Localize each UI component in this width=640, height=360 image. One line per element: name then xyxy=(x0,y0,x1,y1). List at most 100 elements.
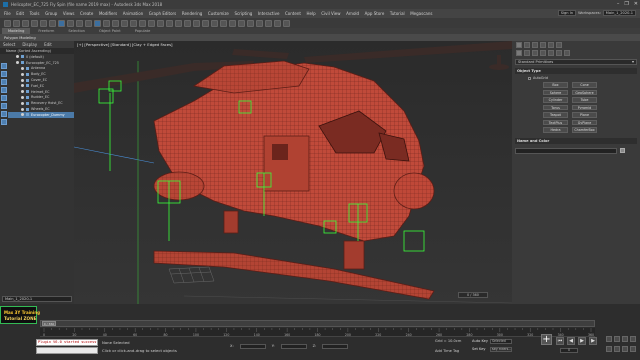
create-sphere-button[interactable]: Sphere xyxy=(543,89,568,95)
display-cameras-icon[interactable] xyxy=(1,87,7,93)
menu-interactive[interactable]: Interactive xyxy=(258,11,280,16)
pan-icon[interactable] xyxy=(614,346,620,352)
zoom-extents-icon[interactable] xyxy=(622,336,628,342)
create-box-button[interactable]: Box xyxy=(543,82,568,88)
visibility-eye-icon[interactable] xyxy=(21,78,24,82)
menu-customize[interactable]: Customize xyxy=(208,11,229,16)
select-by-name-icon[interactable] xyxy=(67,19,74,27)
create-teapot-button[interactable]: Teapot xyxy=(543,112,568,118)
viewport-label[interactable]: [+] [Perspective] [Standard] [Clay + Edg… xyxy=(77,42,173,47)
snaps-percent-icon[interactable] xyxy=(175,19,182,27)
select-rotate-icon[interactable] xyxy=(103,19,110,27)
create-plane-button[interactable]: Plane xyxy=(572,112,597,118)
zoom-all-icon[interactable] xyxy=(614,336,620,342)
object-name-input[interactable] xyxy=(515,147,617,154)
timeline-ruler[interactable]: 0 20 40 60 80 100 120 140 160 180 200 220 240 260 280 3… xyxy=(40,328,595,337)
render-setup-icon[interactable] xyxy=(265,19,272,27)
selection-filter-icon[interactable] xyxy=(49,19,56,27)
layer-dropdown[interactable]: Main_1_2020-1 xyxy=(2,296,72,302)
menu-group[interactable]: Group xyxy=(45,11,57,16)
maxscript-input[interactable] xyxy=(36,347,98,354)
zoom-extents-all-icon[interactable] xyxy=(630,336,636,342)
display-groups-icon[interactable] xyxy=(1,111,7,117)
align-icon[interactable] xyxy=(211,19,218,27)
next-frame-icon[interactable]: ▶ xyxy=(589,337,597,345)
visibility-eye-icon[interactable] xyxy=(21,95,24,99)
visibility-eye-icon[interactable] xyxy=(21,101,24,105)
visibility-eye-icon[interactable] xyxy=(16,55,19,59)
visibility-eye-icon[interactable] xyxy=(21,72,24,76)
create-tab-icon[interactable] xyxy=(516,42,522,48)
cameras-icon[interactable] xyxy=(540,49,546,56)
object-type-rollout[interactable]: Object Type xyxy=(515,68,637,74)
snaps-angle-icon[interactable] xyxy=(166,19,173,27)
mirror-icon[interactable] xyxy=(202,19,209,27)
helpers-icon[interactable] xyxy=(548,49,554,56)
shapes-icon[interactable] xyxy=(524,49,530,56)
create-torus-button[interactable]: Torus xyxy=(543,104,568,110)
toggle-layer-explorer-icon[interactable] xyxy=(229,19,236,27)
tab-select[interactable]: Select xyxy=(3,42,15,47)
menu-edit[interactable]: Edit xyxy=(16,11,24,16)
menu-megascans[interactable]: Megascans xyxy=(410,11,432,16)
select-move-icon[interactable] xyxy=(94,19,101,27)
set-key-button[interactable]: Set Key xyxy=(472,347,486,351)
menu-tutorial[interactable]: Tutorial xyxy=(390,11,405,16)
display-shapes-icon[interactable] xyxy=(1,71,7,77)
modify-tab-icon[interactable] xyxy=(524,42,530,48)
play-icon[interactable]: ▶ xyxy=(578,337,586,345)
key-filters-button[interactable]: Key Filters... xyxy=(490,347,512,352)
maximize-viewport-icon[interactable] xyxy=(630,346,636,352)
fov-icon[interactable] xyxy=(606,346,612,352)
display-tab-icon[interactable] xyxy=(548,42,554,48)
display-xrefs-icon[interactable] xyxy=(1,119,7,125)
menu-rendering[interactable]: Rendering xyxy=(182,11,202,16)
display-lights-icon[interactable] xyxy=(1,79,7,85)
auto-key-button[interactable]: Auto Key xyxy=(472,339,488,343)
close-button[interactable]: ✕ xyxy=(634,1,638,7)
prev-frame-icon[interactable]: ◀ xyxy=(567,337,575,345)
menu-modifiers[interactable]: Modifiers xyxy=(99,11,117,16)
menu-animation[interactable]: Animation xyxy=(123,11,143,16)
manipulate-icon[interactable] xyxy=(139,19,146,27)
display-spacewarps-icon[interactable] xyxy=(1,103,7,109)
visibility-eye-icon[interactable] xyxy=(21,107,24,111)
name-color-rollout[interactable]: Name and Color xyxy=(515,137,637,144)
object-color-swatch[interactable] xyxy=(620,148,625,153)
render-icon[interactable] xyxy=(283,19,290,27)
menu-civil-view[interactable]: Civil View xyxy=(321,11,340,16)
create-cylinder-button[interactable]: Cylinder xyxy=(543,97,568,103)
menu-app-store[interactable]: App Store xyxy=(365,11,385,16)
select-object-icon[interactable] xyxy=(58,19,65,27)
set-keys-button[interactable]: + xyxy=(541,334,552,345)
undo-icon[interactable] xyxy=(4,19,11,27)
create-geosphere-button[interactable]: GeoSphere xyxy=(572,89,597,95)
ref-coord-icon[interactable] xyxy=(121,19,128,27)
menu-help[interactable]: Help xyxy=(307,11,316,16)
y-coordinate-field[interactable] xyxy=(280,343,307,349)
pivot-icon[interactable] xyxy=(130,19,137,27)
visibility-eye-icon[interactable] xyxy=(21,90,24,94)
create-tube-button[interactable]: Tube xyxy=(572,97,597,103)
goto-start-icon[interactable]: ⏮ xyxy=(556,337,564,345)
curve-editor-icon[interactable] xyxy=(238,19,245,27)
spinner-snap-icon[interactable] xyxy=(184,19,191,27)
z-coordinate-field[interactable] xyxy=(322,343,349,349)
orbit-icon[interactable] xyxy=(622,346,628,352)
create-cone-button[interactable]: Cone xyxy=(572,82,597,88)
menu-create[interactable]: Create xyxy=(80,11,93,16)
create-pyramid-button[interactable]: Pyramid xyxy=(572,104,597,110)
snaps-2d-icon[interactable] xyxy=(157,19,164,27)
display-geometry-icon[interactable] xyxy=(1,63,7,69)
menu-content[interactable]: Content xyxy=(285,11,301,16)
select-scale-icon[interactable] xyxy=(112,19,119,27)
zoom-icon[interactable] xyxy=(606,336,612,342)
motion-tab-icon[interactable] xyxy=(540,42,546,48)
visibility-eye-icon[interactable] xyxy=(21,113,24,117)
space-warps-icon[interactable] xyxy=(556,49,562,56)
utilities-tab-icon[interactable] xyxy=(556,42,562,48)
rect-selection-icon[interactable] xyxy=(76,19,83,27)
toggle-scene-explorer-icon[interactable] xyxy=(220,19,227,27)
systems-icon[interactable] xyxy=(564,49,570,56)
link-icon[interactable] xyxy=(22,19,29,27)
